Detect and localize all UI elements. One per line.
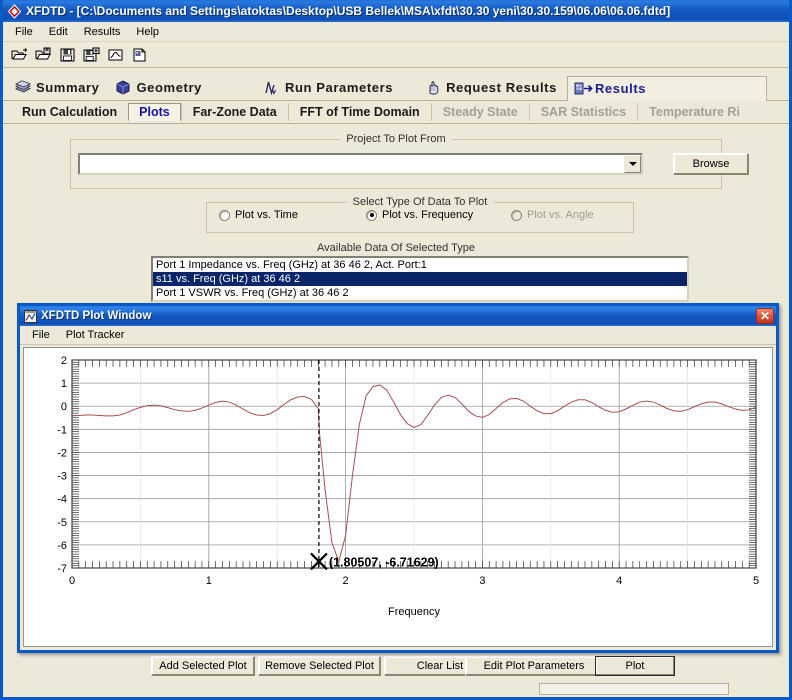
radio-plot-vs-time-indicator[interactable]	[219, 209, 230, 221]
plot-canvas[interactable]: 2 1 0 -1 -2 -3 -4 -5 -6 -7 0 1 2 3 4 5 Frequency (1.80507…	[23, 347, 773, 647]
plot-figure: 210-1-2-3-4-5-6-70 1 2 3 4 5Frequency(1.80507…	[57, 355, 759, 618]
svg-text:2: 2	[343, 575, 349, 587]
radio-plot-vs-frequency[interactable]: Plot vs. Frequency	[366, 209, 473, 221]
radio-plot-vs-angle-label: Plot vs. Angle	[527, 209, 594, 221]
toolbar	[3, 42, 789, 68]
svg-text:-2: -2	[57, 447, 67, 459]
edit-plot-parameters-button[interactable]: Edit Plot Parameters	[465, 656, 603, 676]
list-item[interactable]: Port 1 VSWR vs. Freq (GHz) at 36 46 2	[153, 286, 687, 300]
subtab-temperature-rise: Temperature Ri	[637, 103, 751, 121]
copy-document-icon[interactable]	[129, 44, 150, 65]
radio-plot-vs-frequency-indicator[interactable]	[366, 209, 377, 221]
svg-text:Frequency: Frequency	[388, 606, 440, 618]
svg-text:(1.80507, -6.71629): (1.80507, -6.71629)	[329, 555, 439, 569]
tab-request-results[interactable]: Request Results	[419, 76, 567, 100]
results-sub-tab-bar: Run Calculation Plots Far-Zone Data FFT …	[3, 100, 789, 124]
menu-item-help[interactable]: Help	[128, 24, 167, 40]
plot-window-icon	[24, 309, 37, 323]
tab-summary-label: Summary	[36, 80, 100, 95]
menu-item-edit[interactable]: Edit	[41, 24, 76, 40]
radio-plot-vs-frequency-label: Plot vs. Frequency	[382, 209, 474, 221]
list-item[interactable]: Port 1 Impedance vs. Freq (GHz) at 36 46…	[153, 258, 687, 272]
menu-item-results[interactable]: Results	[76, 24, 129, 40]
plot-data-icon[interactable]	[105, 44, 126, 65]
svg-text:3: 3	[479, 575, 485, 587]
svg-text:1: 1	[206, 575, 212, 587]
plot-menu-item-plot-tracker[interactable]: Plot Tracker	[58, 327, 133, 343]
summary-layers-icon	[15, 80, 31, 95]
project-group-legend: Project To Plot From	[340, 133, 452, 145]
add-selected-plot-button[interactable]: Add Selected Plot	[151, 656, 255, 676]
project-combo-chevron-down-icon[interactable]	[624, 155, 641, 173]
subtab-plots[interactable]: Plots	[128, 103, 181, 121]
menu-item-file[interactable]: File	[7, 24, 41, 40]
svg-text:-4: -4	[57, 494, 67, 506]
svg-text:0: 0	[69, 575, 75, 587]
save-icon[interactable]	[57, 44, 78, 65]
tab-run-parameters-label: Run Parameters	[284, 80, 394, 95]
primary-icon-tab-bar: Summary Geometry Run Parameters Request …	[3, 68, 789, 101]
geometry-cube-icon	[115, 80, 131, 95]
available-data-legend: Available Data Of Selected Type	[317, 242, 475, 254]
project-combo[interactable]	[78, 153, 643, 175]
radio-plot-vs-time[interactable]: Plot vs. Time	[219, 209, 298, 221]
window-title-bar: XFDTD - [C:\Documents and Settings\atokt…	[3, 0, 789, 22]
plot-button[interactable]: Plot	[595, 656, 675, 676]
plot-window-menu-bar: File Plot Tracker	[20, 326, 776, 345]
radio-plot-vs-angle-indicator	[511, 209, 522, 221]
subtab-sar-statistics: SAR Statistics	[528, 103, 637, 121]
open-project-icon[interactable]	[9, 44, 30, 65]
plot-window-title-bar: XFDTD Plot Window ✕	[20, 306, 776, 326]
remove-selected-plot-button[interactable]: Remove Selected Plot	[258, 656, 381, 676]
open-save-project-icon[interactable]	[33, 44, 54, 65]
svg-text:5: 5	[753, 575, 759, 587]
project-combo-input[interactable]	[80, 155, 624, 173]
hand-pointer-icon	[425, 80, 441, 95]
results-arrow-icon	[574, 81, 593, 96]
xfdtd-plot-window: XFDTD Plot Window ✕ File Plot Tracker 2 1…	[17, 303, 779, 653]
radio-plot-vs-time-label: Plot vs. Time	[235, 209, 298, 221]
tab-results[interactable]: Results	[566, 76, 768, 101]
svg-text:-3: -3	[57, 471, 67, 483]
status-strip	[539, 683, 729, 695]
save-as-icon[interactable]	[81, 44, 102, 65]
tab-results-label: Results	[594, 81, 647, 96]
svg-text:1: 1	[61, 378, 67, 390]
svg-text:-5: -5	[57, 517, 67, 529]
menu-bar: File Edit Results Help	[3, 22, 789, 42]
main-application-window: XFDTD - [C:\Documents and Settings\atokt…	[0, 0, 792, 700]
waveform-icon	[264, 80, 280, 96]
subtab-steady-state: Steady State	[430, 103, 529, 121]
tab-run-parameters[interactable]: Run Parameters	[258, 76, 403, 100]
plot-window-title-text: XFDTD Plot Window	[41, 310, 152, 322]
svg-text:-1: -1	[57, 424, 67, 436]
subtab-fft-of-time-domain[interactable]: FFT of Time Domain	[287, 103, 431, 121]
tab-geometry[interactable]: Geometry	[109, 76, 212, 100]
svg-text:2: 2	[61, 355, 67, 367]
list-item[interactable]: s11 vs. Freq (GHz) at 36 46 2	[153, 272, 687, 286]
browse-button[interactable]: Browse	[673, 153, 749, 175]
subtab-run-calculation[interactable]: Run Calculation	[11, 103, 128, 121]
svg-text:-6: -6	[57, 540, 67, 552]
tab-request-results-label: Request Results	[446, 80, 557, 95]
data-type-group-legend: Select Type Of Data To Plot	[346, 196, 494, 208]
plot-menu-item-file[interactable]: File	[24, 327, 58, 343]
tab-summary[interactable]: Summary	[9, 76, 109, 100]
xfdtd-diamond-icon	[7, 3, 22, 19]
available-data-listbox[interactable]: Port 1 Impedance vs. Freq (GHz) at 36 46…	[151, 256, 689, 302]
svg-text:-7: -7	[57, 563, 67, 575]
radio-plot-vs-angle: Plot vs. Angle	[511, 209, 594, 221]
tab-geometry-label: Geometry	[136, 80, 202, 95]
window-title-text: XFDTD - [C:\Documents and Settings\atokt…	[26, 4, 671, 18]
close-icon[interactable]: ✕	[756, 308, 774, 324]
svg-text:0: 0	[61, 401, 67, 413]
plot-action-button-bar: Add Selected Plot Remove Selected Plot C…	[3, 653, 789, 697]
svg-text:4: 4	[616, 575, 622, 587]
subtab-far-zone-data[interactable]: Far-Zone Data	[180, 103, 288, 121]
